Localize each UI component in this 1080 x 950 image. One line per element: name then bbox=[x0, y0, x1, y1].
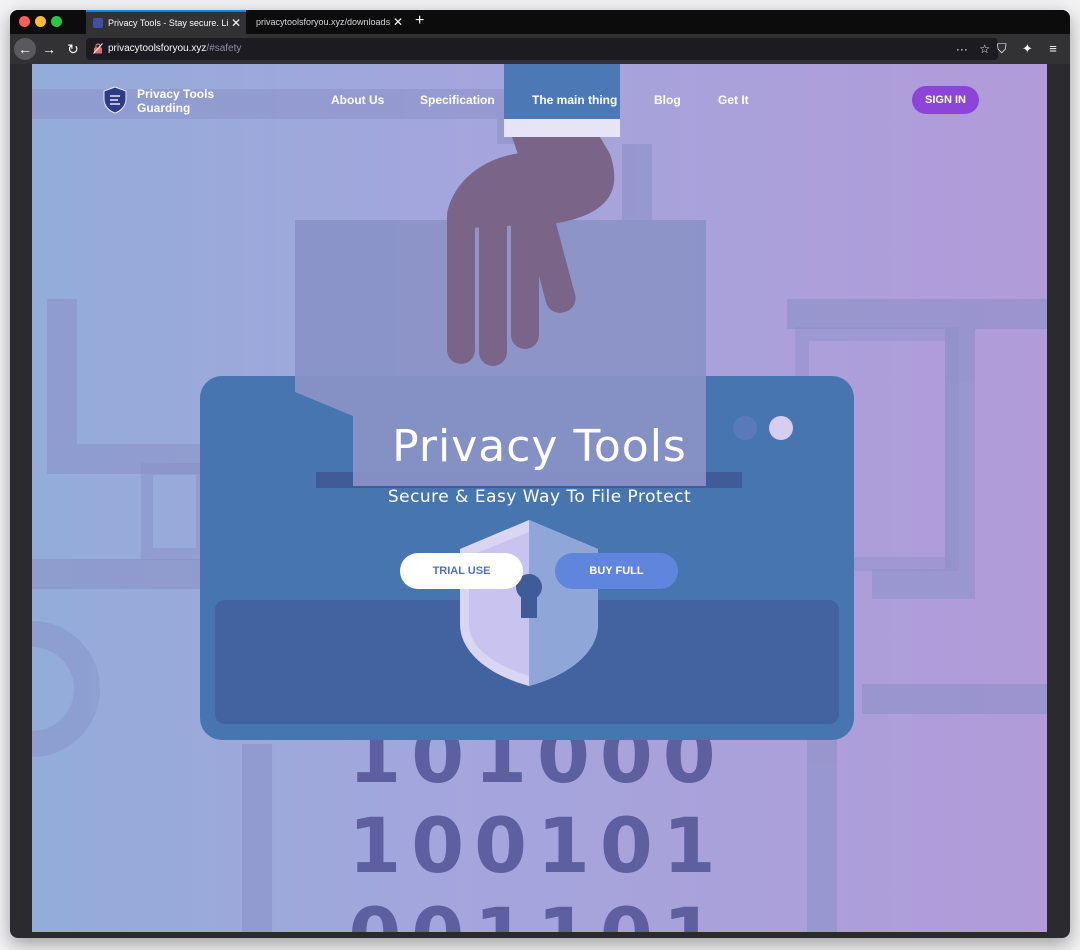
forward-button[interactable]: → bbox=[38, 38, 60, 60]
url-text: privacytoolsforyou.xyz/#safety bbox=[108, 38, 241, 60]
nav-specification[interactable]: Specification bbox=[420, 93, 495, 107]
hamburger-menu-icon[interactable]: ≡ bbox=[1042, 38, 1064, 60]
tab-strip: Privacy Tools - Stay secure. Li ✕ privac… bbox=[10, 10, 1070, 36]
extension-icon[interactable]: ✦ bbox=[1016, 38, 1038, 60]
buy-full-button[interactable]: BUY FULL bbox=[555, 553, 678, 589]
close-tab-icon[interactable]: ✕ bbox=[393, 11, 403, 34]
bookmark-star-icon[interactable]: ☆ bbox=[979, 42, 990, 56]
close-tab-icon[interactable]: ✕ bbox=[231, 12, 241, 35]
tab-title: privacytoolsforyou.xyz/downloads/i bbox=[256, 17, 390, 27]
shield-lock-icon bbox=[460, 520, 598, 686]
nav-about-us[interactable]: About Us bbox=[331, 93, 384, 107]
new-tab-button[interactable]: + bbox=[415, 10, 424, 34]
maximize-window-button[interactable] bbox=[51, 16, 62, 27]
trial-use-button[interactable]: TRIAL USE bbox=[400, 553, 523, 589]
nav-get-it[interactable]: Get It bbox=[718, 93, 749, 107]
brand-name[interactable]: Privacy Tools Guarding bbox=[137, 87, 247, 115]
shield-icon[interactable]: ⛉ bbox=[991, 38, 1013, 60]
nav-main-thing[interactable]: The main thing bbox=[532, 93, 617, 107]
sign-in-button[interactable]: SIGN IN bbox=[912, 86, 979, 114]
url-host: privacytoolsforyou.xyz bbox=[108, 43, 207, 54]
site-header: Privacy Tools Guarding About Us Specific… bbox=[32, 64, 1047, 144]
shield-logo-icon[interactable] bbox=[102, 86, 128, 114]
reload-button[interactable]: ↻ bbox=[62, 38, 84, 60]
binary-row-2: 100101 bbox=[348, 801, 725, 890]
browser-window: Privacy Tools - Stay secure. Li ✕ privac… bbox=[10, 10, 1070, 938]
navigation-toolbar: ← → ↻ privacytoolsforyou.xyz/#safety ···… bbox=[10, 34, 1070, 64]
page-viewport: 101000 100101 001101 bbox=[32, 64, 1047, 932]
insecure-lock-icon[interactable] bbox=[93, 43, 103, 54]
site-favicon-icon bbox=[93, 18, 103, 28]
close-window-button[interactable] bbox=[19, 16, 30, 27]
tab-downloads[interactable]: privacytoolsforyou.xyz/downloads/i ✕ bbox=[248, 11, 408, 34]
page-actions-icon[interactable]: ··· bbox=[956, 42, 968, 56]
back-button[interactable]: ← bbox=[14, 38, 36, 60]
hero-title: Privacy Tools bbox=[392, 421, 687, 472]
hero-subtitle: Secure & Easy Way To File Protect bbox=[387, 487, 692, 507]
url-fragment: /#safety bbox=[206, 43, 242, 54]
tab-title: Privacy Tools - Stay secure. Li bbox=[108, 18, 228, 28]
nav-blog[interactable]: Blog bbox=[654, 93, 681, 107]
tab-privacy-tools[interactable]: Privacy Tools - Stay secure. Li ✕ bbox=[86, 10, 246, 36]
minimize-window-button[interactable] bbox=[35, 16, 46, 27]
binary-row-3: 001101 bbox=[348, 891, 725, 932]
address-bar[interactable]: privacytoolsforyou.xyz/#safety ··· ☆ bbox=[86, 38, 998, 60]
